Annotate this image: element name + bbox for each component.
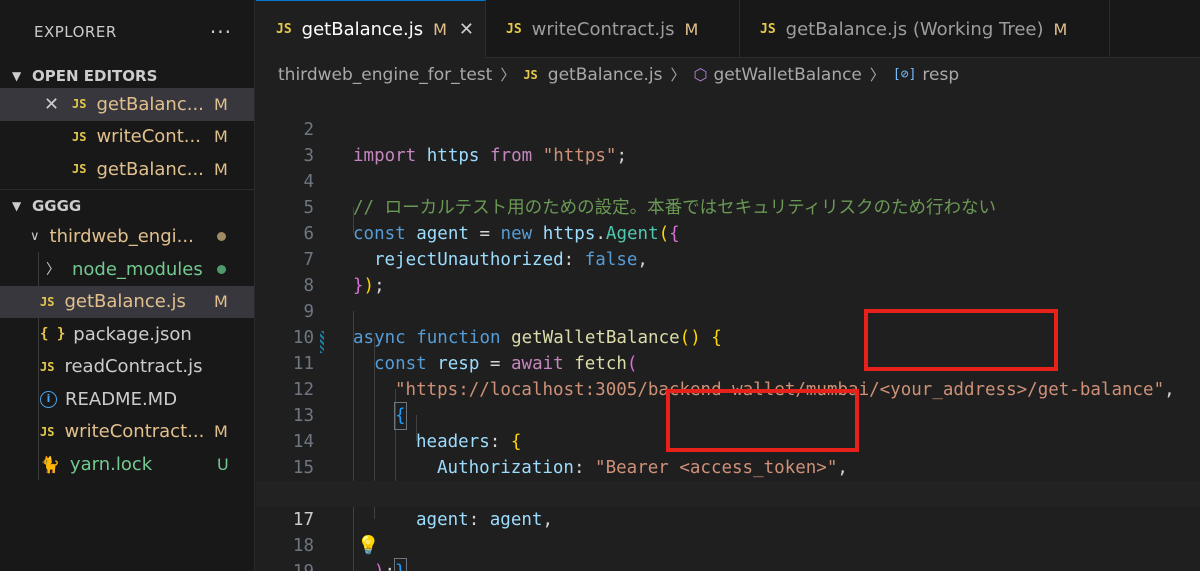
code-line: 18 ); [256,507,1200,571]
explorer-title: EXPLORER [34,23,117,41]
open-editor-item[interactable]: JS getBalanc... M [0,153,254,186]
code-line: 3 [256,117,1200,166]
tree-item-label: yarn.lock [69,453,153,475]
modified-badge: M [214,94,228,114]
untracked-badge: U [217,454,229,474]
js-file-icon: JS [523,67,538,82]
js-file-icon: JS [40,359,55,374]
code-line: 9 async function getWalletBalance() { [256,273,1200,348]
workspace-header[interactable]: ▼ GGGG [0,194,254,218]
code-line: 4 // ローカルテスト用のための設定。本番ではセキュリティリスクのため行わない [256,143,1200,218]
explorer-header: EXPLORER ··· [0,0,254,64]
tab-getbalance-working-tree[interactable]: JS getBalance.js (Working Tree) M [740,0,1110,58]
modified-badge: M [1053,19,1068,39]
open-editor-item[interactable]: ✕ JS getBalanc... M [0,88,254,121]
open-editor-name: getBalanc... [96,93,204,115]
tab-label: writeContract.js [531,18,675,40]
chevron-right-icon: 〉 [500,66,516,84]
line-number: 19 [256,559,314,571]
close-icon[interactable]: ✕ [44,94,59,115]
breadcrumb-file[interactable]: getBalance.js [548,65,663,85]
modified-badge: M [433,20,447,39]
chevron-down-icon: ▼ [12,198,22,213]
tab-label: getBalance.js [301,19,424,40]
modified-badge: M [214,127,228,147]
highlight-box-address [864,309,1058,371]
tree-item-label: getBalance.js [64,291,186,313]
untracked-dot [217,264,226,274]
code-line: 19 [256,533,1200,571]
tree-item-getbalance[interactable]: JS getBalance.js M [0,285,254,318]
open-editors-header[interactable]: ▼ OPEN EDITORS [0,64,254,88]
folder-item[interactable]: ∨ thirdweb_engi... [0,221,254,254]
modified-badge: M [214,159,228,179]
info-icon: i [40,390,57,408]
code-line: 7 }); [256,221,1200,296]
tree-item-readme[interactable]: i README.MD [0,383,254,416]
open-editor-name: getBalanc... [96,158,204,180]
variable-icon: [⊘] [892,67,917,82]
breadcrumb-variable[interactable]: resp [922,65,959,85]
chevron-right-icon: 〉 [670,66,686,84]
modified-badge: M [214,292,228,312]
more-actions-icon[interactable]: ··· [210,20,232,44]
tab-label: getBalance.js (Working Tree) [785,18,1044,40]
js-file-icon: JS [506,21,522,37]
tab-writecontract[interactable]: JS writeContract.js M [486,0,740,58]
js-file-icon: JS [40,294,55,309]
chevron-right-icon: 〉 [46,262,60,279]
tree-item-yarn-lock[interactable]: 🐈 yarn.lock U [0,448,254,481]
tree-item-readcontract[interactable]: JS readContract.js [0,351,254,384]
tree-item-label: package.json [73,323,192,345]
js-file-icon: JS [72,97,87,112]
code-editor[interactable]: 2 import https from "https"; 3 4 // ローカル… [256,91,1200,571]
explorer-sidebar: EXPLORER ··· ▼ OPEN EDITORS ✕ JS getBala… [0,0,255,571]
tree-item-node-modules[interactable]: 〉 node_modules [0,253,254,286]
open-editor-name: writeCont... [96,126,201,148]
tab-getbalance[interactable]: JS getBalance.js M ✕ [256,0,486,58]
method-cube-icon: ⬡ [693,65,708,84]
js-file-icon: JS [72,129,87,144]
breadcrumb-folder[interactable]: thirdweb_engine_for_test [278,65,492,85]
section-divider [0,188,254,190]
js-file-icon: JS [72,162,87,177]
highlight-box-token [666,389,859,452]
tree-item-label: README.MD [65,388,178,410]
editor-tab-bar: JS getBalance.js M ✕ JS writeContract.js… [256,0,1200,58]
folder-name: thirdweb_engi... [49,226,194,248]
open-editors-label: OPEN EDITORS [32,67,158,85]
tree-item-label: node_modules [72,258,203,280]
code-line: 16 agent: agent, [256,455,1200,530]
chevron-right-icon: 〉 [869,66,885,84]
tree-item-label: readContract.js [64,356,203,378]
open-editor-item[interactable]: JS writeCont... M [0,121,254,154]
close-icon[interactable]: ✕ [459,19,474,40]
modified-dot [217,232,226,242]
workspace-label: GGGG [32,196,82,215]
modified-badge: M [214,422,228,442]
breadcrumb: thirdweb_engine_for_test 〉 JS getBalance… [256,58,1200,91]
code-line: 8 [256,247,1200,296]
code-line: 12 { [256,351,1200,430]
tree-item-package-json[interactable]: { } package.json [0,318,254,351]
modified-badge: M [684,19,699,39]
code-line-current: 17 💡 } [256,481,1200,571]
chevron-down-icon: ▼ [12,69,22,83]
breadcrumb-function[interactable]: getWalletBalance [713,65,861,85]
json-file-icon: { } [40,326,66,343]
code-line: 6 rejectUnauthorized: false, [256,195,1200,270]
tree-item-writecontract[interactable]: JS writeContract... M [0,416,254,449]
js-file-icon: JS [276,22,292,37]
yarn-cat-icon: 🐈 [40,454,60,474]
code-line: 11 "https://localhost:3005/backend-walle… [256,325,1200,400]
js-file-icon: JS [40,424,55,439]
tree-item-label: writeContract... [64,421,205,443]
js-file-icon: JS [760,21,776,37]
code-line: 2 import https from "https"; [256,91,1200,166]
code-line: 10 const resp = await fetch( [256,299,1200,374]
chevron-down-icon: ∨ [30,229,40,245]
code-line: 5 const agent = new https.Agent({ [256,169,1200,244]
